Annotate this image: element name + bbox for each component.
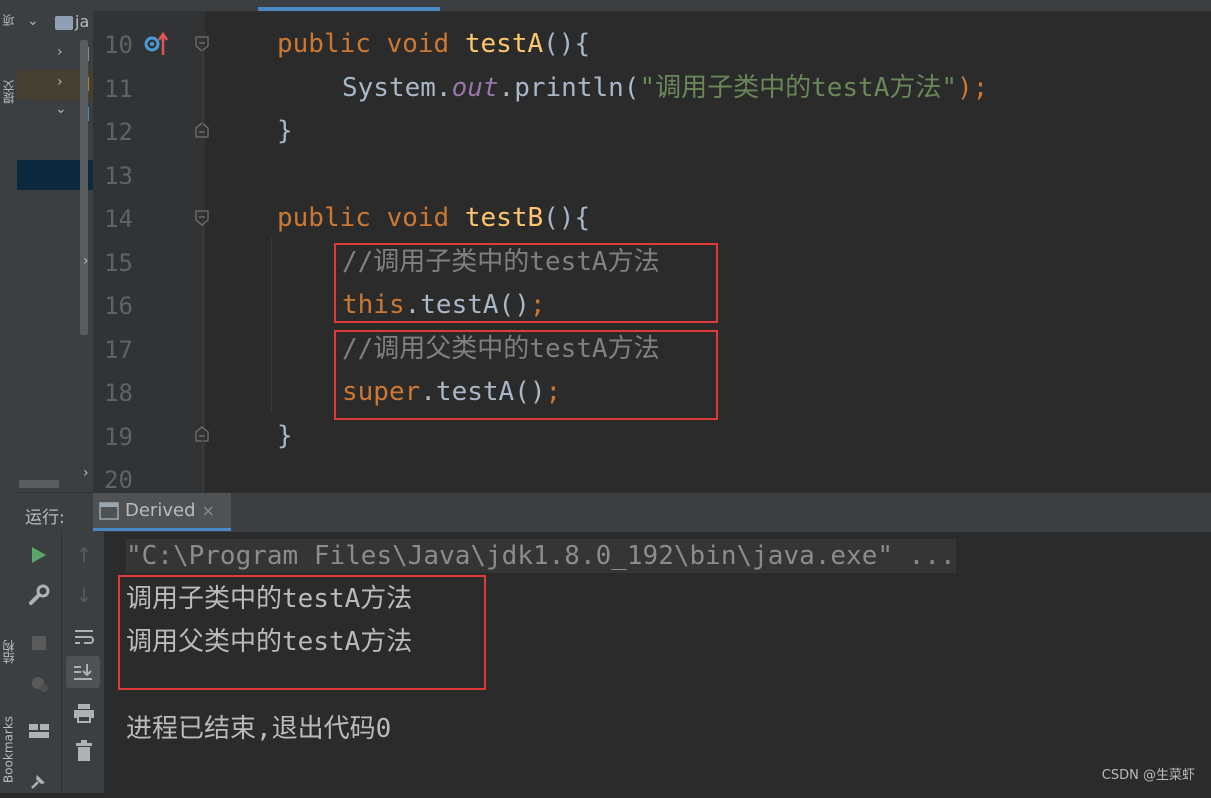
code-line-14: public void testB(){ xyxy=(277,203,590,233)
string-literal: "调用子类中的testA方法" xyxy=(639,73,958,103)
line-number: 13 xyxy=(104,162,133,190)
arrow-down-icon: ↓ xyxy=(75,583,93,607)
highlight-box-this-call xyxy=(334,243,718,323)
punctuation: ); xyxy=(957,73,989,103)
structure-tool-tab[interactable]: 结构 xyxy=(0,620,17,685)
keyword: public xyxy=(277,29,371,59)
stop-icon xyxy=(32,636,46,650)
chevron-down-icon[interactable]: ⌄ xyxy=(55,101,67,117)
structure-tool-label: 结构 xyxy=(2,640,16,665)
scroll-to-end-icon xyxy=(74,664,92,680)
project-scrollbar[interactable] xyxy=(80,40,88,335)
pin-icon xyxy=(31,775,45,789)
indent-guide xyxy=(271,238,272,413)
project-root-label[interactable]: ja xyxy=(75,12,89,31)
run-panel-header: 运行: Derived × xyxy=(17,492,1211,533)
line-number: 15 xyxy=(104,249,133,277)
run-panel-label: 运行: xyxy=(25,508,65,528)
soft-wrap-icon xyxy=(75,630,94,644)
chevron-right-icon[interactable]: › xyxy=(57,44,63,60)
closing-brace: } xyxy=(277,116,293,146)
bookmarks-tool-label: Bookmarks xyxy=(1,715,16,783)
clear-console-button[interactable] xyxy=(62,734,106,768)
left-tool-strip: 项 提交 结构 Bookmarks xyxy=(0,0,17,793)
scroll-up-button[interactable]: ↑ xyxy=(62,538,106,572)
chevron-right-icon[interactable]: › xyxy=(83,253,89,269)
keyword: void xyxy=(386,29,450,59)
chevron-down-icon[interactable]: ⌄ xyxy=(27,13,39,29)
keyword: public xyxy=(277,203,371,233)
line-number: 19 xyxy=(104,423,133,451)
arrow-up-icon: ↑ xyxy=(75,543,93,567)
code-object: System. xyxy=(342,73,452,103)
play-icon xyxy=(32,547,46,563)
commit-tool-tab[interactable]: 提交 xyxy=(0,62,17,122)
layout-icon xyxy=(29,724,49,738)
highlight-box-super-call xyxy=(334,330,718,420)
debug-button[interactable] xyxy=(17,666,61,700)
watermark: CSDN @生菜虾 xyxy=(1101,768,1195,783)
project-panel: ⌄ ja › › ⌄ › › xyxy=(17,0,93,492)
layout-button[interactable] xyxy=(17,714,61,748)
line-number: 17 xyxy=(104,336,133,364)
fold-marker-icon[interactable] xyxy=(195,210,209,226)
line-number: 12 xyxy=(104,118,133,146)
settings-button[interactable] xyxy=(17,578,61,612)
code-editor[interactable]: 10 11 12 13 14 15 16 17 18 19 20 public … xyxy=(93,0,1211,494)
scroll-down-button[interactable]: ↓ xyxy=(62,578,106,612)
project-horizontal-scrollbar[interactable] xyxy=(19,480,59,488)
soft-wrap-button[interactable] xyxy=(62,620,106,654)
printer-icon xyxy=(74,704,94,723)
editor-gutter: 10 11 12 13 14 15 16 17 18 19 20 xyxy=(93,11,205,494)
method-call: .println( xyxy=(498,73,640,103)
rerun-button[interactable] xyxy=(17,538,61,572)
code-line-11: System.out.println("调用子类中的testA方法"); xyxy=(342,73,988,103)
chevron-right-icon[interactable]: › xyxy=(83,465,89,481)
indent-guide xyxy=(202,50,203,130)
punctuation: (){ xyxy=(543,203,591,233)
keyword: void xyxy=(386,203,450,233)
punctuation: (){ xyxy=(543,29,591,59)
folder-icon xyxy=(55,16,73,30)
line-number: 16 xyxy=(104,292,133,320)
scroll-to-end-button[interactable] xyxy=(66,656,100,688)
method-name: testA xyxy=(464,29,544,59)
run-toolbar-secondary: ↑ ↓ xyxy=(61,532,105,793)
line-number: 14 xyxy=(104,205,133,233)
close-icon[interactable]: × xyxy=(202,501,215,520)
code-line-12: } xyxy=(277,116,293,146)
highlight-box-console-output xyxy=(118,575,486,690)
override-method-icon[interactable] xyxy=(143,31,169,57)
commit-tool-label: 提交 xyxy=(2,80,16,104)
code-line-19: } xyxy=(277,421,293,451)
trash-icon xyxy=(76,740,92,761)
bug-icon xyxy=(32,677,48,692)
run-tab-derived[interactable]: Derived × xyxy=(93,493,231,531)
line-number: 10 xyxy=(104,31,133,59)
chevron-right-icon[interactable]: › xyxy=(57,74,63,90)
project-tool-label: 项 xyxy=(2,14,16,26)
console-icon xyxy=(99,501,119,520)
print-button[interactable] xyxy=(62,696,106,730)
line-number: 20 xyxy=(104,466,133,494)
project-tool-tab[interactable]: 项 xyxy=(0,0,17,40)
run-tab-label: Derived xyxy=(125,500,196,521)
stop-button[interactable] xyxy=(17,626,61,660)
closing-brace: } xyxy=(277,421,293,451)
wrench-icon xyxy=(29,584,50,605)
console-exit-message: 进程已结束,退出代码0 xyxy=(126,714,392,744)
line-number: 18 xyxy=(104,379,133,407)
bookmarks-tool-tab[interactable]: Bookmarks xyxy=(0,705,17,793)
indent-guide xyxy=(202,226,203,426)
console-output[interactable]: "C:\Program Files\Java\jdk1.8.0_192\bin\… xyxy=(104,532,1211,793)
indent-guide xyxy=(202,440,203,492)
code-line-10: public void testA(){ xyxy=(277,29,590,59)
method-name: testB xyxy=(464,203,544,233)
console-command-line: "C:\Program Files\Java\jdk1.8.0_192\bin\… xyxy=(126,539,956,573)
line-number: 11 xyxy=(104,75,133,103)
run-toolbar-primary xyxy=(17,532,61,793)
static-field: out xyxy=(451,73,499,103)
active-tab-indicator xyxy=(258,7,440,11)
